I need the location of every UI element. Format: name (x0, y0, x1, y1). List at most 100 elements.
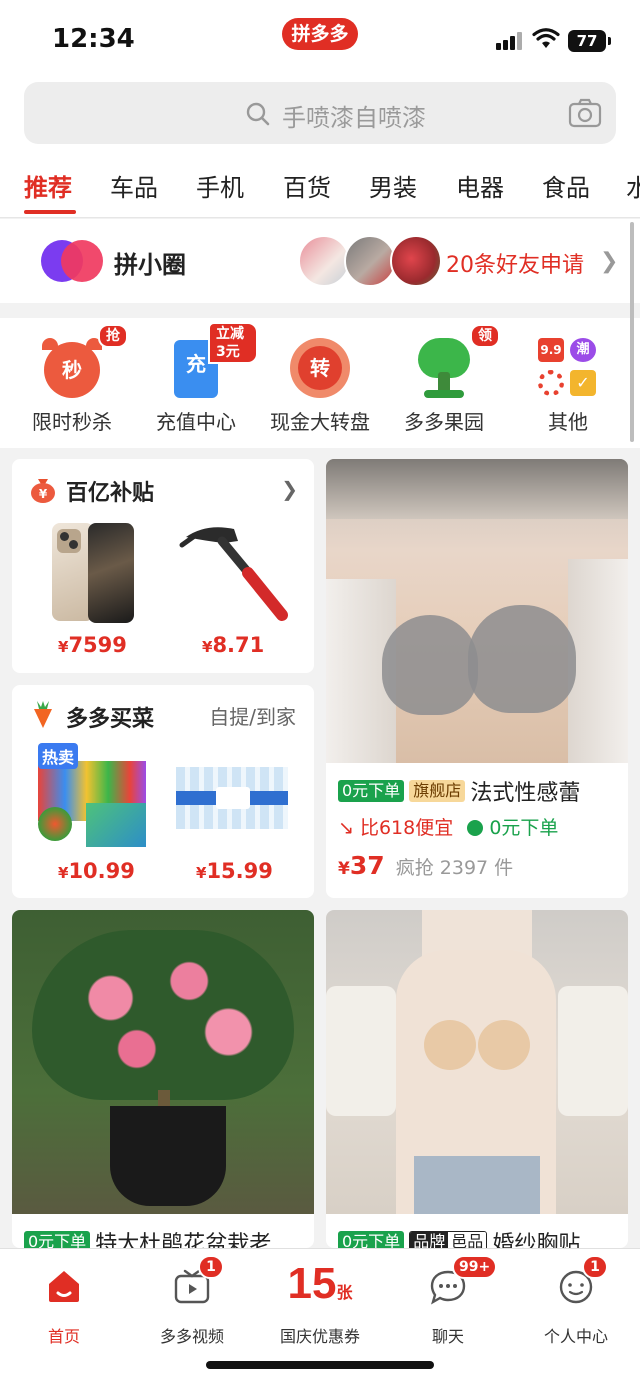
zero-order-tag: 0元下单 (24, 1231, 91, 1248)
orchard-tag: 领 (470, 324, 500, 348)
product-image-phone[interactable] (52, 523, 136, 623)
profile-badge: 1 (582, 1255, 608, 1279)
trend-down-icon: ↘ (338, 817, 354, 839)
scrollbar[interactable] (630, 222, 634, 442)
brand-tag: 品牌 邑品 (409, 1231, 488, 1248)
category-tabs: 推荐 车品 手机 百货 男装 电器 食品 水 (0, 156, 640, 218)
product-title-line: 0元下单 品牌 邑品 婚纱胸贴 (338, 1226, 580, 1248)
tab-car[interactable]: 车品 (110, 168, 158, 203)
search-bar-container: 手喷漆自喷漆 (0, 78, 640, 156)
svg-text:¥: ¥ (39, 487, 48, 501)
tab-indicator (24, 210, 76, 214)
friend-circle-title: 拼小圈 (114, 251, 186, 279)
quick-label-seckill: 限时秒杀 (32, 410, 112, 434)
product-image-water[interactable] (176, 767, 288, 829)
money-bag-icon: ¥ (31, 479, 55, 503)
zero-order-text: 0元下单 (489, 817, 559, 839)
zero-order-icon (467, 820, 484, 836)
quick-entry-seckill[interactable]: 秒 抢 限时秒杀 (10, 318, 134, 448)
chevron-right-icon: ❯ (281, 477, 298, 501)
nav-video[interactable]: 1 多多视频 (128, 1255, 256, 1353)
avatar (344, 235, 396, 287)
seckill-clock-icon: 秒 (40, 336, 104, 400)
grocery-price-2: ¥15.99 (196, 859, 273, 883)
product-price: 37 (349, 851, 385, 880)
product-title: 婚纱胸贴 (492, 1232, 581, 1248)
chat-badge: 99+ (452, 1255, 498, 1279)
search-icon (246, 102, 270, 126)
quick-entry-orchard[interactable]: 领 多多果园 (382, 318, 506, 448)
product-title-line: 0元下单 特大杜鹃花盆栽老 (24, 1226, 271, 1248)
home-indicator[interactable] (206, 1361, 434, 1369)
carrot-icon (34, 701, 52, 728)
tab-phone[interactable]: 手机 (196, 168, 244, 203)
cash-wheel-icon: 转 (288, 336, 352, 400)
wifi-icon (532, 28, 560, 48)
status-time: 12:34 (52, 24, 135, 54)
nav-home[interactable]: 首页 (0, 1263, 128, 1353)
nav-label-chat: 聊天 (431, 1327, 464, 1346)
tab-recommend[interactable]: 推荐 (24, 168, 72, 203)
product-card[interactable]: 0元下单 旗舰店 法式性感蕾 ↘ 比618便宜 0元下单 ¥37 疯抢 2397… (326, 459, 628, 898)
friend-circle-logo-icon (41, 240, 103, 282)
nav-label-profile: 个人中心 (543, 1327, 608, 1346)
orchard-tree-icon (412, 336, 476, 400)
product-card[interactable]: 0元下单 特大杜鹃花盆栽老 (12, 910, 314, 1248)
friend-avatars (298, 235, 442, 287)
grocery-title: 多多买菜 (66, 707, 155, 732)
nav-label-video: 多多视频 (159, 1327, 224, 1346)
product-image-hammer[interactable] (176, 523, 292, 623)
nav-coupon[interactable]: 15张 国庆优惠券 (256, 1259, 384, 1353)
tab-menswear[interactable]: 男装 (369, 168, 417, 203)
nav-label-coupon: 国庆优惠券 (279, 1327, 360, 1346)
quick-label-orchard: 多多果园 (404, 410, 484, 434)
quick-entry-other[interactable]: 9.9 潮 ✓ 其他 (506, 318, 630, 448)
product-image-drinks[interactable]: 热卖 (38, 743, 150, 851)
product-title-line: 0元下单 旗舰店 法式性感蕾 (338, 775, 580, 807)
camera-icon[interactable] (568, 98, 602, 128)
nav-chat[interactable]: 99+ 聊天 (384, 1255, 512, 1353)
quick-entry-row: 秒 抢 限时秒杀 充 立减3元 充值中心 转 现金大转盘 领 多多果园 9.9 (0, 318, 640, 448)
flagship-tag: 旗舰店 (409, 780, 466, 802)
product-title: 特大杜鹃花盆栽老 (95, 1232, 272, 1248)
quick-entry-recharge[interactable]: 充 立减3元 充值中心 (134, 318, 258, 448)
grocery-card[interactable]: 多多买菜 自提/到家 热卖 ¥10.99 ¥15.99 (12, 685, 314, 898)
tab-fruit[interactable]: 水 (626, 168, 640, 203)
product-image[interactable] (326, 459, 628, 763)
nav-label-home: 首页 (47, 1327, 80, 1346)
signal-icon (496, 32, 522, 50)
nav-profile[interactable]: 1 个人中心 (512, 1255, 640, 1353)
search-input[interactable]: 手喷漆自喷漆 (24, 82, 616, 144)
product-card[interactable]: 0元下单 品牌 邑品 婚纱胸贴 (326, 910, 628, 1248)
product-title: 法式性感蕾 (470, 781, 581, 806)
zero-order-tag: 0元下单 (338, 780, 405, 802)
friend-requests-link[interactable]: 20条好友申请 (446, 247, 584, 279)
home-icon (49, 1271, 79, 1302)
recharge-discount-tag: 立减3元 (208, 322, 258, 364)
tab-general[interactable]: 百货 (283, 168, 331, 203)
tab-food[interactable]: 食品 (542, 168, 590, 203)
subsidy-card[interactable]: ¥ 百亿补贴 ❯ ¥7599 ¥8.71 (12, 459, 314, 673)
battery-icon: 77 (568, 30, 611, 52)
seckill-tag: 抢 (98, 324, 128, 348)
friend-circle-row[interactable]: 拼小圈 20条好友申请 ❯ (0, 219, 640, 303)
subsidy-price-1: ¥7599 (58, 633, 127, 657)
chevron-right-icon: ❯ (600, 249, 619, 274)
tab-appliance[interactable]: 电器 (456, 168, 504, 203)
product-price-line: ¥37 疯抢 2397 件 (338, 851, 514, 880)
grocery-subtitle[interactable]: 自提/到家 (209, 701, 296, 730)
coupon-count: 15张 (287, 1259, 353, 1308)
quick-label-other: 其他 (548, 410, 588, 434)
status-bar: 12:34 拼多多 77 (0, 0, 640, 78)
video-badge: 1 (198, 1255, 224, 1279)
quick-label-cash-wheel: 现金大转盘 (270, 410, 370, 434)
subsidy-price-2: ¥8.71 (202, 633, 265, 657)
product-image[interactable] (12, 910, 314, 1214)
product-promo-line: ↘ 比618便宜 0元下单 (338, 813, 558, 840)
product-image[interactable] (326, 910, 628, 1214)
app-badge: 拼多多 (282, 18, 358, 50)
compare-text: 比618便宜 (359, 817, 454, 839)
quick-entry-cash-wheel[interactable]: 转 现金大转盘 (258, 318, 382, 448)
other-grid-icon: 9.9 潮 ✓ (536, 336, 600, 400)
zero-order-tag: 0元下单 (338, 1231, 405, 1248)
